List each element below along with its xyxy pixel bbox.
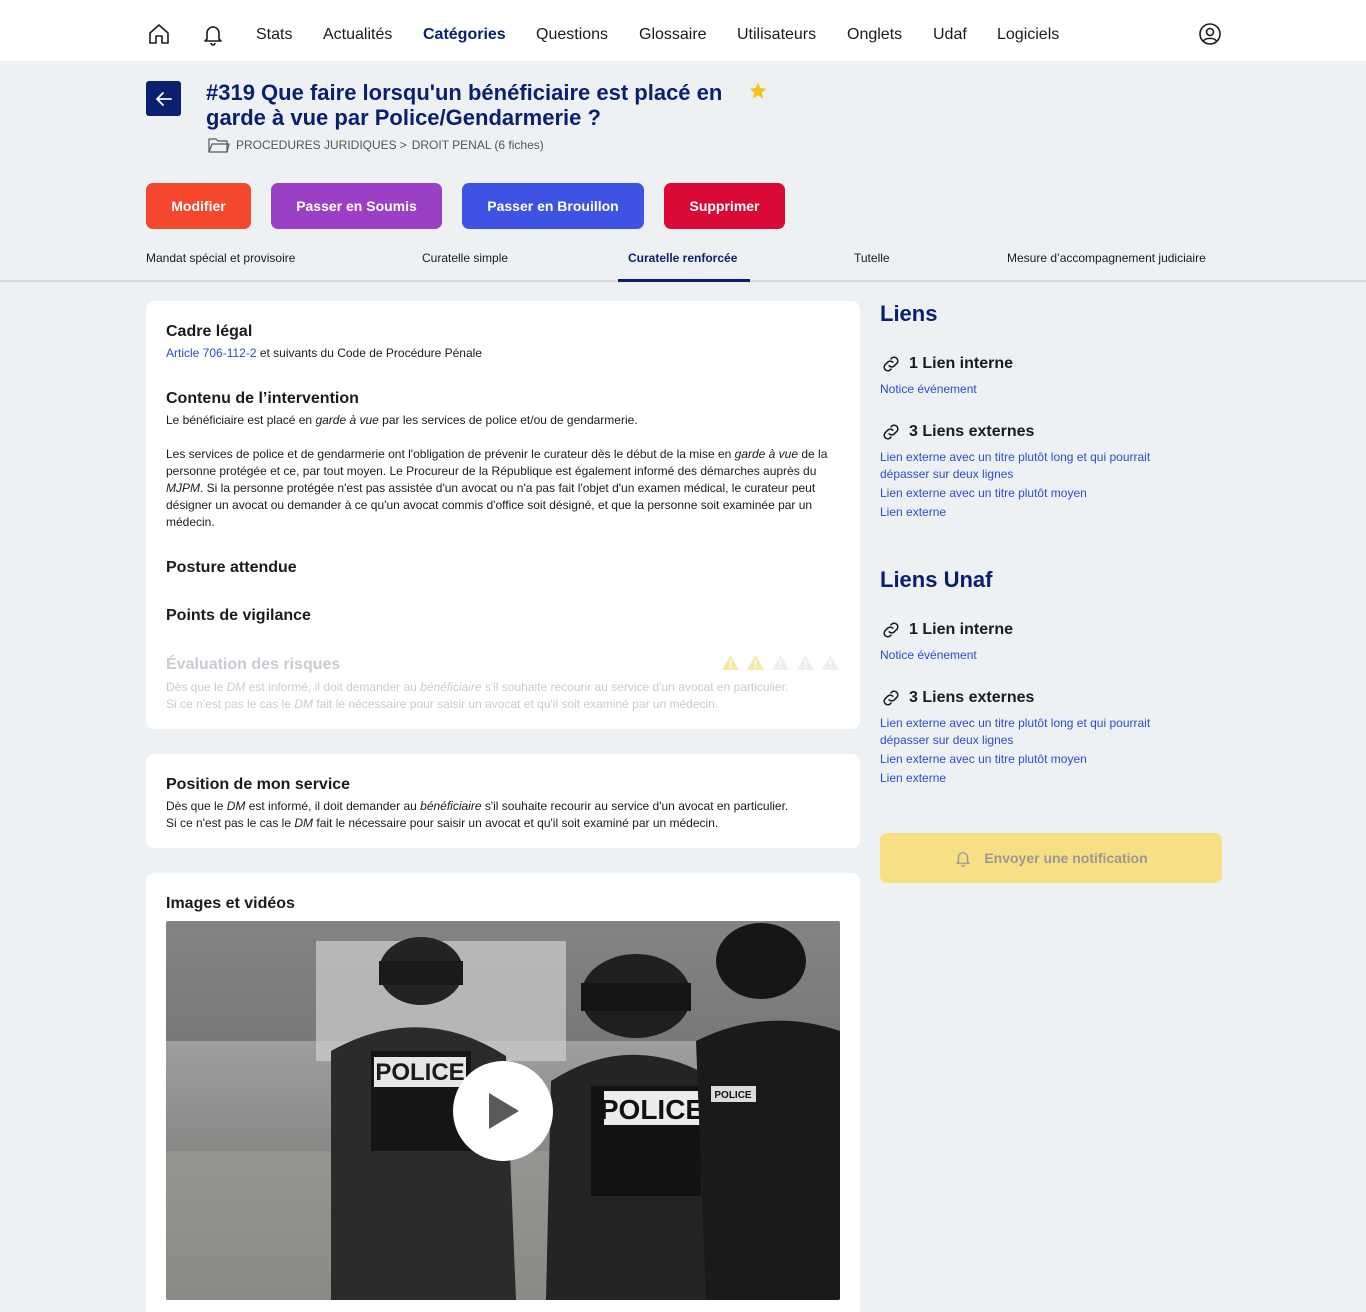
- vigilance-heading: Points de vigilance: [166, 607, 311, 624]
- position-text: Dès que le DM est informé, il doit deman…: [166, 799, 789, 830]
- modify-button[interactable]: Modifier: [146, 183, 251, 229]
- warning-icon-empty: [797, 654, 814, 671]
- link-icon: [883, 622, 899, 638]
- warning-icon-empty: [822, 654, 839, 671]
- tab-tutelle[interactable]: Tutelle: [854, 251, 890, 266]
- liens-unaf-title: Liens Unaf: [880, 567, 993, 592]
- position-heading: Position de mon service: [166, 776, 351, 793]
- play-button[interactable]: [453, 1061, 553, 1161]
- liens-title: Liens: [880, 301, 938, 326]
- liens-internal-link[interactable]: Notice événement: [880, 381, 1190, 398]
- draft-status-button[interactable]: Passer en Brouillon: [462, 183, 644, 229]
- favorite-star-icon[interactable]: [748, 81, 768, 101]
- contenu-paragraph-2: Les services de police et de gendarmerie…: [166, 447, 828, 529]
- police-badge-center: POLICE: [600, 1094, 704, 1125]
- breadcrumb-separator: >: [399, 138, 407, 152]
- user-account-icon[interactable]: [1198, 22, 1222, 46]
- media-card: Images et vidéos POLICE POLICE POLICE: [146, 873, 860, 1312]
- unaf-internal-link[interactable]: Notice événement: [880, 647, 1190, 664]
- tab-curatelle-renforcee[interactable]: Curatelle renforcée: [628, 251, 737, 266]
- bell-icon[interactable]: [201, 22, 225, 46]
- tab-mesure-accompagnement[interactable]: Mesure d’accompagnement judiciaire: [1007, 251, 1206, 266]
- page-title: #319 Que faire lorsqu'un bénéficiaire es…: [206, 80, 723, 130]
- liens-internal-heading: 1 Lien interne: [880, 353, 1013, 375]
- send-notification-label: Envoyer une notification: [984, 850, 1148, 866]
- tab-curatelle-simple[interactable]: Curatelle simple: [422, 251, 508, 266]
- warning-icon: [747, 654, 764, 671]
- nav-glossaire[interactable]: Glossaire: [639, 25, 707, 45]
- nav-onglets[interactable]: Onglets: [847, 25, 902, 45]
- top-navbar: Stats Actualités Catégories Questions Gl…: [0, 0, 1366, 61]
- nav-udaf[interactable]: Udaf: [933, 25, 967, 45]
- link-icon: [883, 424, 899, 440]
- arrow-left-icon: [155, 91, 172, 106]
- tab-mandat-special[interactable]: Mandat spécial et provisoire: [146, 251, 295, 266]
- active-tab-indicator: [618, 279, 750, 282]
- risques-heading: Évaluation des risques: [166, 656, 341, 673]
- risk-level-indicator: [721, 654, 840, 671]
- breadcrumb-current[interactable]: DROIT PENAL (6 fiches): [412, 138, 544, 152]
- link-icon: [883, 690, 899, 706]
- breadcrumb: PROCEDURES JURIDIQUES > DROIT PENAL (6 f…: [208, 137, 544, 153]
- unaf-external-heading: 3 Liens externes: [880, 687, 1034, 709]
- home-icon[interactable]: [147, 22, 171, 46]
- warning-icon: [722, 654, 739, 671]
- fiche-content-card: Cadre légal Article 706-112-2 et suivant…: [146, 301, 860, 729]
- nav-utilisateurs[interactable]: Utilisateurs: [737, 25, 816, 45]
- send-notification-button[interactable]: Envoyer une notification: [880, 833, 1222, 883]
- position-service-card: Position de mon service Dès que le DM es…: [146, 754, 860, 848]
- nav-actualites[interactable]: Actualités: [323, 25, 392, 45]
- play-icon: [489, 1093, 519, 1129]
- unaf-external-link[interactable]: Lien externe: [880, 770, 1190, 787]
- liens-external-link[interactable]: Lien externe avec un titre plutôt moyen: [880, 485, 1190, 502]
- nav-logiciels[interactable]: Logiciels: [997, 25, 1059, 45]
- liens-external-link[interactable]: Lien externe: [880, 504, 1190, 521]
- unaf-internal-heading: 1 Lien interne: [880, 619, 1013, 641]
- police-badge-right: POLICE: [714, 1090, 752, 1101]
- cadre-legal-heading: Cadre légal: [166, 323, 253, 340]
- nav-categories[interactable]: Catégories: [423, 25, 506, 45]
- warning-icon-empty: [772, 654, 789, 671]
- link-icon: [883, 356, 899, 372]
- delete-button[interactable]: Supprimer: [664, 183, 785, 229]
- liens-external-heading: 3 Liens externes: [880, 421, 1034, 443]
- cadre-legal-text: Article 706-112-2 et suivants du Code de…: [166, 346, 482, 360]
- unaf-external-link[interactable]: Lien externe avec un titre plutôt moyen: [880, 751, 1190, 768]
- unaf-external-link[interactable]: Lien externe avec un titre plutôt long e…: [880, 715, 1190, 749]
- submit-status-button[interactable]: Passer en Soumis: [271, 183, 442, 229]
- contenu-paragraph-1: Le bénéficiaire est placé en garde à vue…: [166, 413, 638, 427]
- back-button[interactable]: [146, 81, 181, 116]
- risques-text: Dès que le DM est informé, il doit deman…: [166, 680, 789, 711]
- posture-heading: Posture attendue: [166, 559, 297, 576]
- media-heading: Images et vidéos: [166, 895, 295, 912]
- breadcrumb-parent[interactable]: PROCEDURES JURIDIQUES: [236, 138, 397, 152]
- contenu-heading: Contenu de l’intervention: [166, 390, 359, 407]
- nav-questions[interactable]: Questions: [536, 25, 608, 45]
- video-player[interactable]: POLICE POLICE POLICE: [166, 921, 840, 1300]
- nav-stats[interactable]: Stats: [256, 25, 292, 45]
- liens-external-link[interactable]: Lien externe avec un titre plutôt long e…: [880, 449, 1190, 483]
- folder-icon: [208, 138, 230, 153]
- bell-icon: [956, 852, 970, 867]
- police-badge-left: POLICE: [375, 1059, 464, 1086]
- article-link[interactable]: Article 706-112-2: [166, 346, 257, 360]
